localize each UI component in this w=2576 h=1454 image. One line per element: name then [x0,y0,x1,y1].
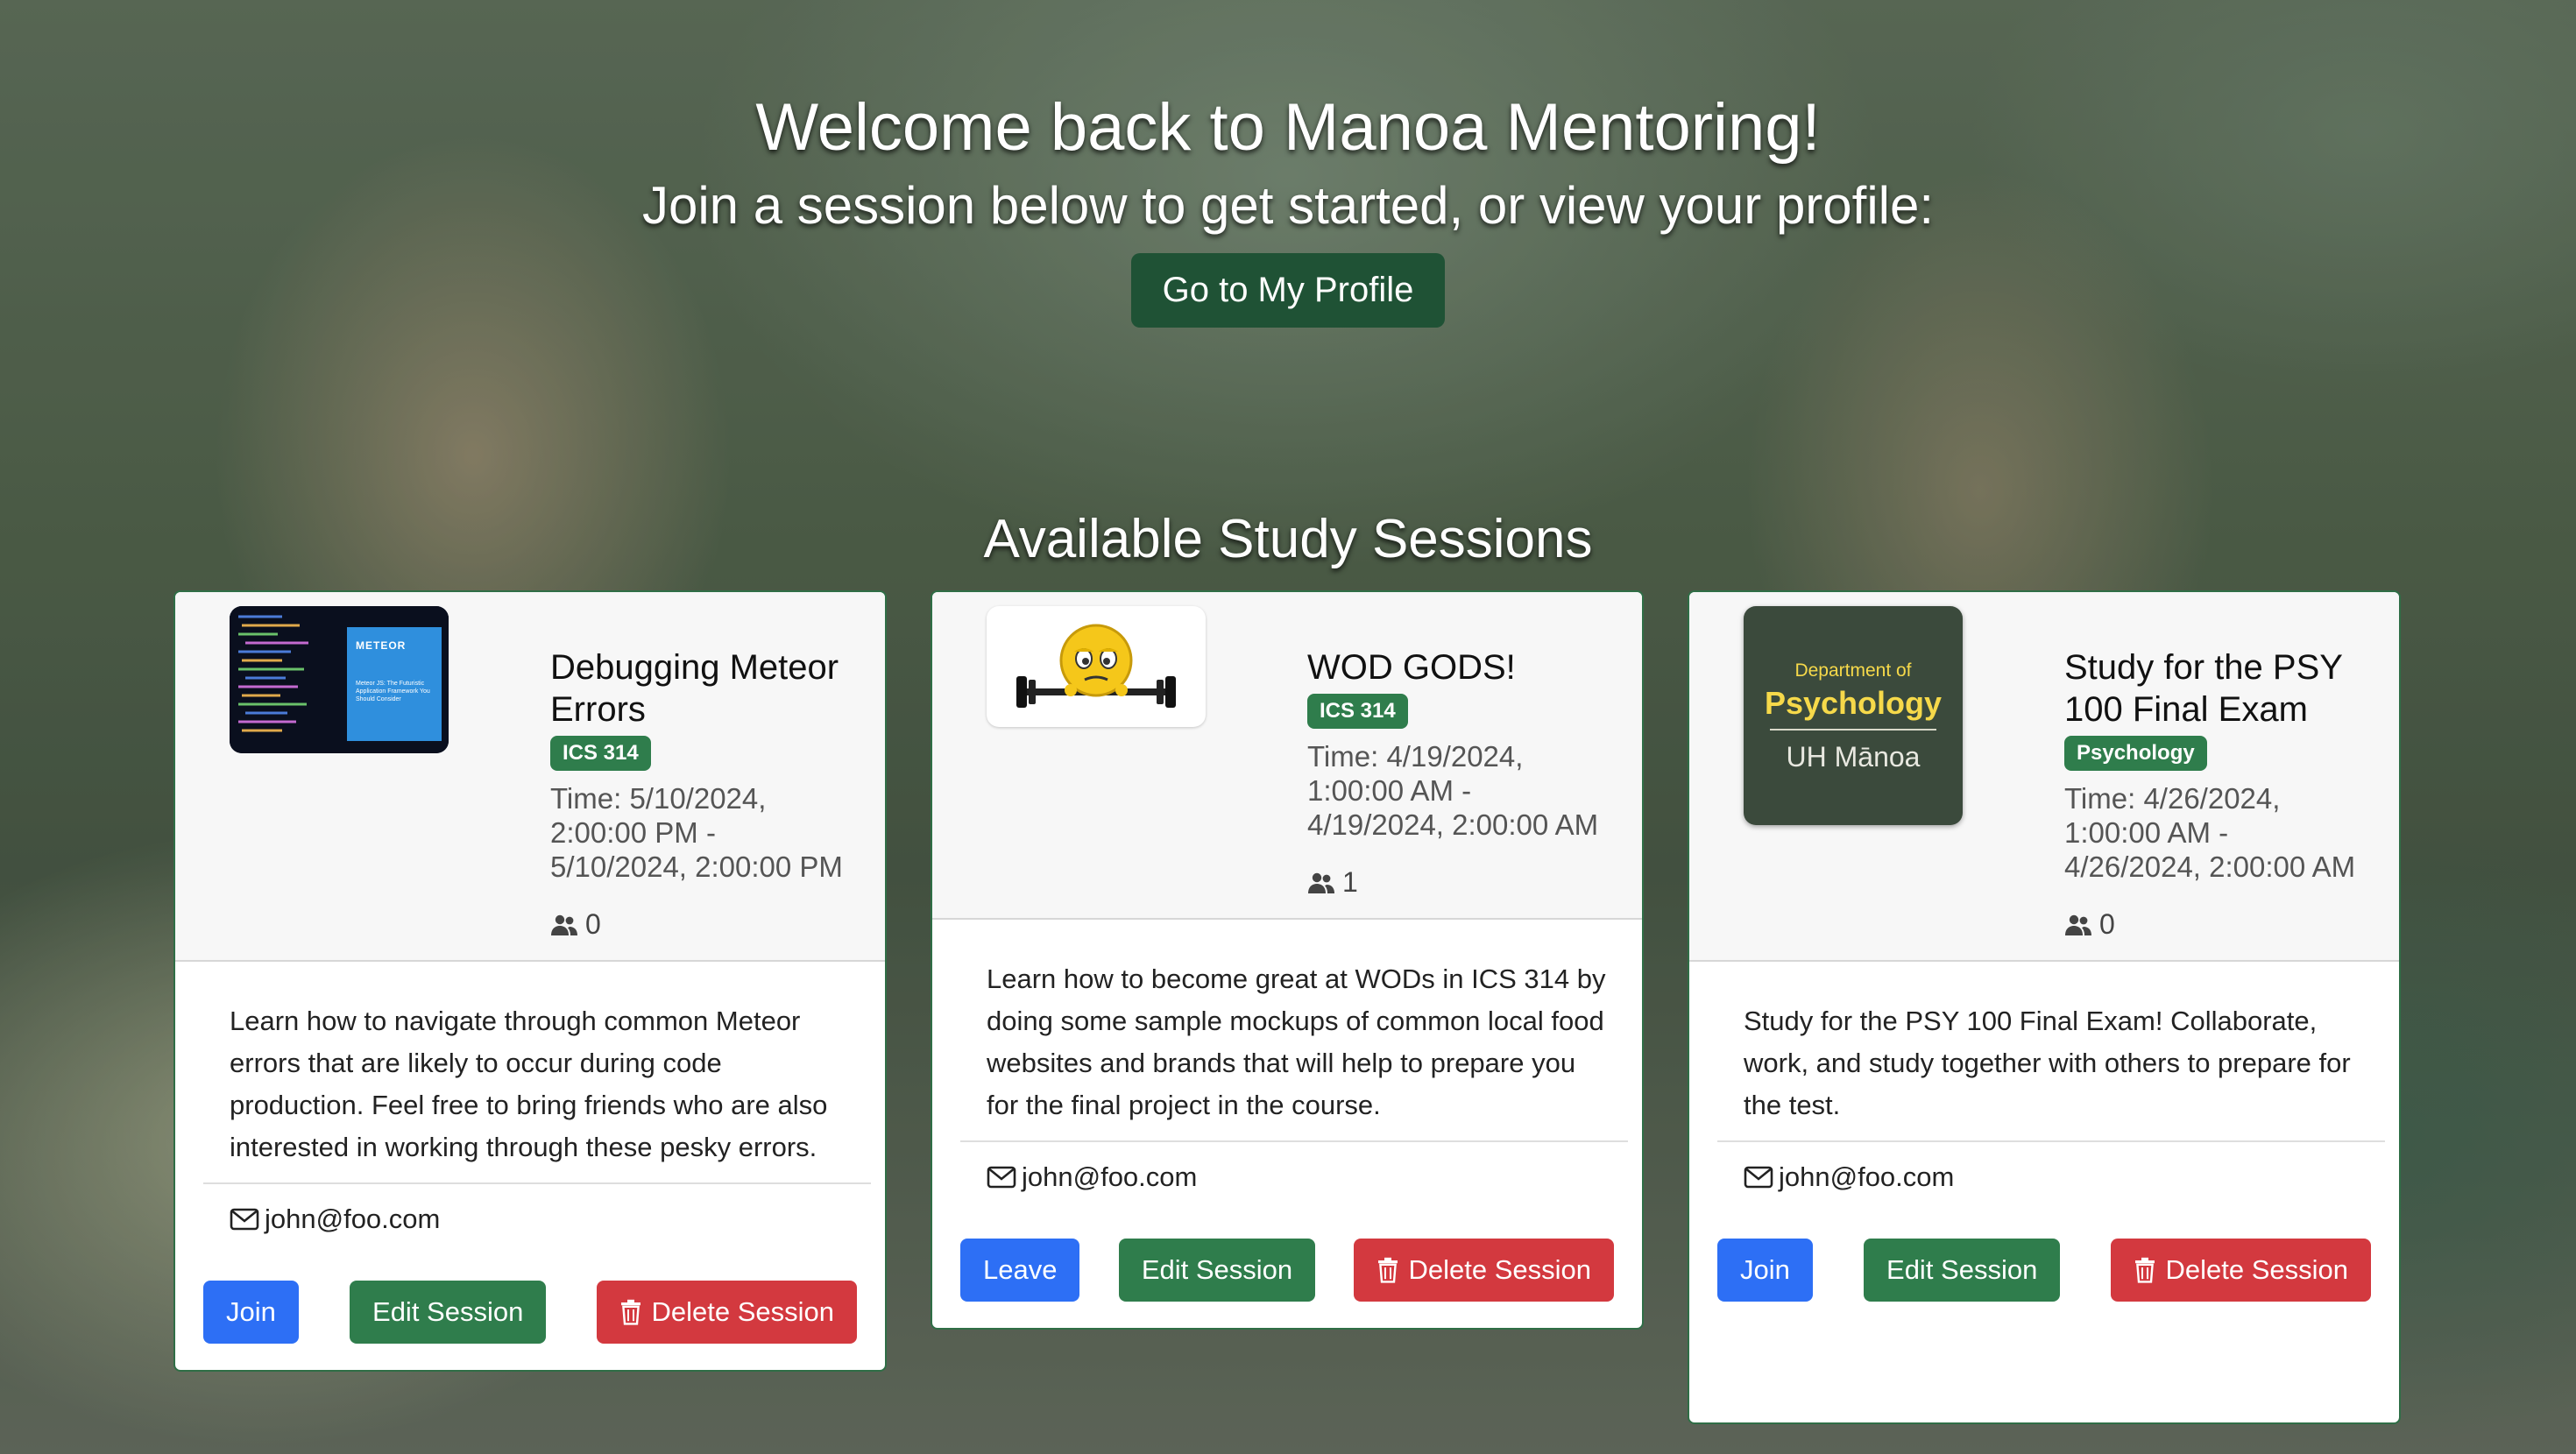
delete-session-label: Delete Session [651,1296,834,1327]
session-title: WOD GODS! [1307,648,1516,687]
session-thumbnail [987,606,1206,727]
delete-session-label: Delete Session [1408,1254,1591,1285]
welcome-title: Welcome back to Manoa Mentoring! [755,90,1821,165]
session-email: john@foo.com [987,1161,1612,1193]
delete-session-button[interactable]: Delete Session [2111,1239,2371,1302]
attendee-count: 1 [1307,866,1612,899]
trash-icon [621,1299,641,1325]
email-text: john@foo.com [1022,1161,1198,1192]
session-thumbnail: Department of Psychology UH Mānoa [1744,606,1963,825]
leave-button[interactable]: Leave [960,1239,1080,1302]
card-divider [960,1140,1628,1142]
attendee-number: 1 [1342,866,1358,898]
card-divider [203,1182,871,1184]
session-description: Learn how to become great at WODs in ICS… [987,963,1606,1120]
go-to-profile-button[interactable]: Go to My Profile [1130,253,1446,328]
session-description: Study for the PSY 100 Final Exam! Collab… [1744,1006,2351,1120]
session-description: Learn how to navigate through common Met… [230,1006,828,1162]
session-card: Department of Psychology UH Mānoa Study … [1688,590,2401,1424]
thumb-divider [1770,729,1936,731]
join-button[interactable]: Join [1717,1239,1813,1302]
course-badge: ICS 314 [1307,694,1408,729]
hero-section: Welcome back to Manoa Mentoring! Join a … [0,88,2576,328]
course-badge: ICS 314 [550,736,651,771]
session-time: Time: 4/26/2024, 1:00:00 AM - 4/26/2024,… [2064,782,2356,883]
session-card: WOD GODS! ICS 314 Time: 4/19/2024, 1:00:… [931,590,1644,1330]
meteor-brand-text: METEOR [356,639,407,652]
session-title: Study for the PSY 100 Final Exam [2064,648,2343,729]
session-card: METEOR Meteor JS: The Futuristic Applica… [173,590,887,1372]
email-text: john@foo.com [1779,1161,1955,1192]
card-header: Department of Psychology UH Mānoa Study … [1689,592,2399,962]
meteor-caption-text: Meteor JS: The Futuristic Application Fr… [356,681,430,702]
card-header: WOD GODS! ICS 314 Time: 4/19/2024, 1:00:… [932,592,1642,920]
welcome-subtitle: Join a session below to get started, or … [641,176,1935,236]
attendee-count: 0 [2064,908,2369,941]
delete-session-label: Delete Session [2165,1254,2348,1285]
people-icon [551,914,577,935]
edit-session-button[interactable]: Edit Session [1864,1239,2061,1302]
envelope-icon [230,1208,259,1231]
people-icon [2065,914,2091,935]
join-button[interactable]: Join [203,1281,299,1344]
edit-session-button[interactable]: Edit Session [350,1281,547,1344]
session-title: Debugging Meteor Errors [550,648,839,729]
session-time: Time: 5/10/2024, 2:00:00 PM - 5/10/2024,… [550,782,843,883]
weightlifting-emoji-image [1016,624,1176,708]
trash-icon [2135,1257,2155,1283]
psychology-line2: Psychology [1764,685,1943,721]
envelope-icon [1744,1166,1773,1189]
card-divider [1717,1140,2385,1142]
attendee-number: 0 [2099,908,2115,940]
people-icon [1308,872,1334,893]
delete-session-button[interactable]: Delete Session [1354,1239,1614,1302]
edit-session-button[interactable]: Edit Session [1118,1239,1316,1302]
session-email: john@foo.com [230,1203,855,1235]
attendee-count: 0 [550,908,855,941]
sessions-title: Available Study Sessions [983,509,1593,569]
email-text: john@foo.com [265,1203,441,1234]
card-header: METEOR Meteor JS: The Futuristic Applica… [175,592,885,962]
attendee-number: 0 [585,908,601,940]
session-thumbnail: METEOR Meteor JS: The Futuristic Applica… [230,606,449,753]
psychology-line1: Department of [1794,660,1912,681]
trash-icon [1378,1257,1398,1283]
psychology-line3: UH Mānoa [1786,741,1921,773]
session-time: Time: 4/19/2024, 1:00:00 AM - 4/19/2024,… [1307,740,1599,841]
delete-session-button[interactable]: Delete Session [597,1281,857,1344]
course-badge: Psychology [2064,736,2207,771]
session-email: john@foo.com [1744,1161,2369,1193]
envelope-icon [987,1166,1016,1189]
